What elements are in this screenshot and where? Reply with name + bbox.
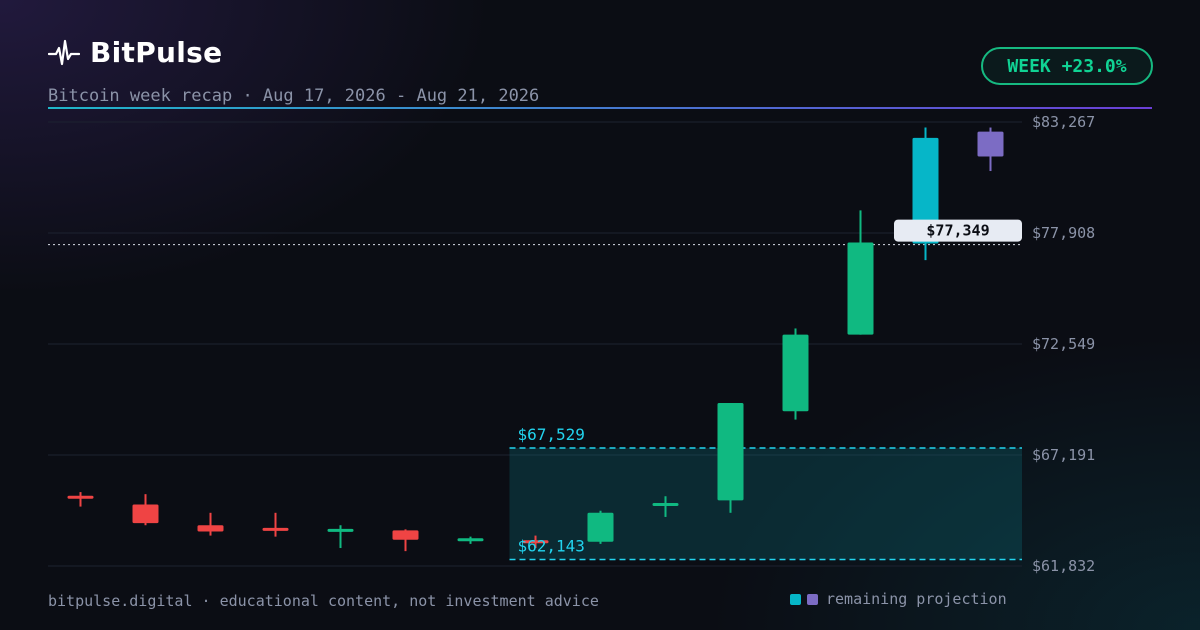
- recap-card: BitPulse Bitcoin week recap · Aug 17, 20…: [0, 0, 1200, 630]
- y-tick-label: $83,267: [1032, 113, 1095, 131]
- candle-body: [847, 242, 874, 335]
- y-tick-label: $67,191: [1032, 446, 1095, 464]
- candle-body: [717, 403, 744, 501]
- range-band: [509, 447, 1022, 560]
- current-price-label: $77,349: [926, 222, 989, 240]
- candle-body: [652, 503, 679, 507]
- candle-body: [327, 528, 354, 532]
- y-tick-label: $61,832: [1032, 557, 1095, 575]
- legend-swatch-projection-1: [790, 593, 801, 605]
- candle-body: [132, 504, 159, 524]
- candle-body: [197, 525, 224, 532]
- candle-body: [587, 512, 614, 542]
- legend-label: remaining projection: [826, 590, 1007, 608]
- range-low-label: $62,143: [518, 537, 585, 556]
- legend: remaining projection: [790, 590, 1007, 608]
- candlestick-chart: $83,267 $77,908 $72,549 $67,191 $61,832 $67,5…: [48, 113, 1095, 575]
- y-tick-label: $77,908: [1032, 224, 1095, 242]
- candle-body: [977, 131, 1004, 157]
- candle-body: [262, 527, 289, 531]
- range-high-label: $67,529: [518, 425, 585, 444]
- footer-disclaimer: bitpulse.digital · educational content, …: [48, 592, 599, 610]
- legend-swatch-projection-2: [807, 593, 818, 605]
- candle-body: [67, 495, 94, 499]
- candle-body: [782, 334, 809, 412]
- y-tick-label: $72,549: [1032, 335, 1095, 353]
- candle-body: [457, 538, 484, 542]
- candle-body: [392, 530, 419, 540]
